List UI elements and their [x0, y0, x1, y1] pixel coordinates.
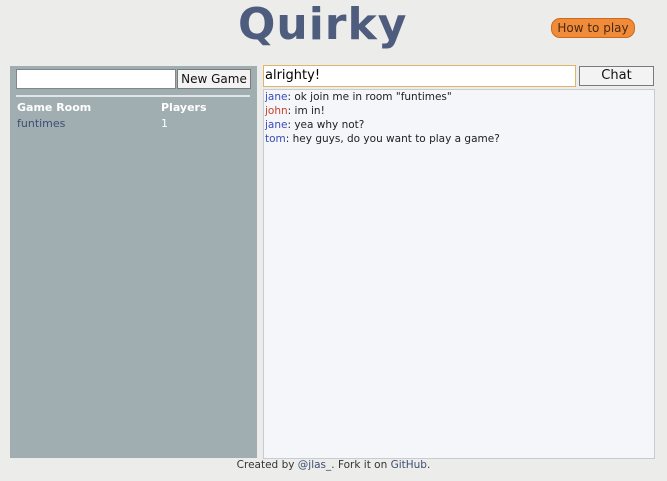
footer: Created by @jlas_. Fork it on GitHub. — [0, 459, 667, 471]
chat-message-text: : hey guys, do you want to play a game? — [285, 133, 500, 145]
game-room-link-funtimes[interactable]: funtimes — [17, 117, 65, 130]
new-game-name-input[interactable] — [16, 69, 176, 89]
lobby-panel: New Game Game Room Players funtimes 1 — [10, 66, 257, 458]
chat-message: jane: ok join me in room "funtimes" — [265, 91, 452, 103]
lobby-divider — [16, 95, 250, 97]
github-link[interactable]: GitHub — [391, 459, 427, 471]
chat-message-text: : yea why not? — [287, 119, 365, 131]
chat-username: jane — [265, 119, 288, 131]
footer-middle: . Fork it on — [331, 459, 391, 471]
column-header-players: Players — [161, 101, 207, 114]
game-room-player-count: 1 — [161, 117, 168, 130]
chat-username: jane — [265, 91, 288, 103]
chat-send-button[interactable]: Chat — [579, 66, 654, 86]
chat-username: john — [265, 105, 288, 117]
chat-log[interactable]: jane: ok join me in room "funtimes" john… — [263, 89, 655, 459]
author-link[interactable]: @jlas_ — [298, 459, 332, 471]
chat-message: tom: hey guys, do you want to play a gam… — [265, 133, 500, 145]
chat-message: jane: yea why not? — [265, 119, 364, 131]
column-header-game-room: Game Room — [17, 101, 92, 114]
chat-message-text: : im in! — [287, 105, 325, 117]
chat-username: tom — [265, 133, 286, 145]
how-to-play-button[interactable]: How to play — [551, 18, 635, 38]
new-game-button[interactable]: New Game — [177, 69, 251, 89]
footer-suffix: . — [426, 459, 431, 471]
chat-message: john: im in! — [265, 105, 325, 117]
quirky-logo: Quirky — [238, 0, 408, 50]
footer-prefix: Created by — [236, 459, 298, 471]
chat-message-text: : ok join me in room "funtimes" — [287, 91, 452, 103]
chat-message-input[interactable]: alrighty! — [263, 65, 576, 87]
